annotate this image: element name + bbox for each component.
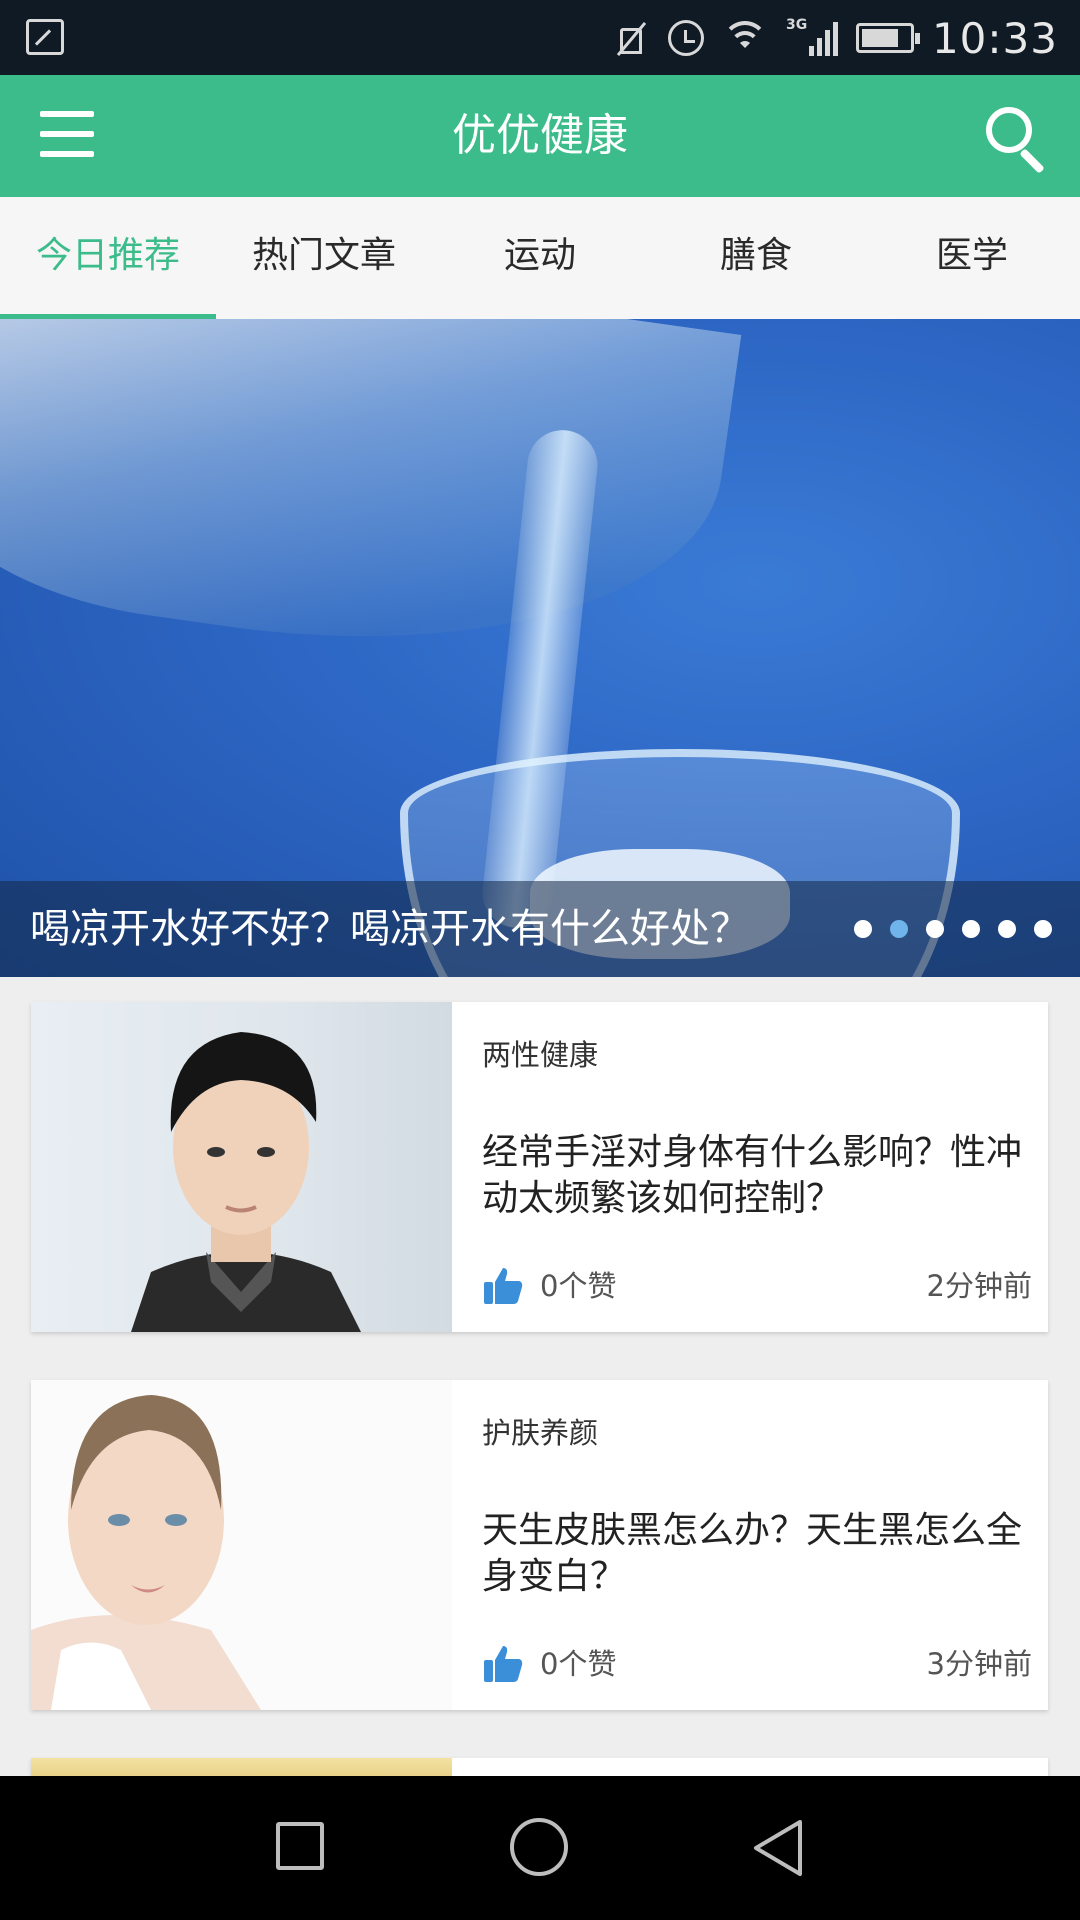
- banner-caption: 喝凉开水好不好？喝凉开水有什么好处？: [30, 906, 750, 952]
- article-footer: 0个赞 2分钟前: [482, 1264, 1032, 1308]
- tab-popular-articles[interactable]: 热门文章: [216, 197, 432, 319]
- thumbs-up-icon[interactable]: [482, 1264, 524, 1306]
- article-card-partial[interactable]: [31, 1758, 1048, 1776]
- article-thumbnail: [31, 1002, 452, 1332]
- back-icon[interactable]: [700, 1776, 860, 1920]
- recent-apps-icon[interactable]: [220, 1776, 380, 1920]
- carousel-indicator: [854, 920, 1052, 938]
- article-category: 两性健康: [482, 1038, 599, 1072]
- carousel-dot: [998, 920, 1016, 938]
- status-bar: 3G 10:33: [0, 0, 1080, 75]
- alarm-icon: [667, 20, 704, 56]
- article-card[interactable]: 两性健康 经常手淫对身体有什么影响？性冲动太频繁该如何控制？ 0个赞 2分钟前: [31, 1002, 1048, 1332]
- home-icon[interactable]: [460, 1776, 620, 1920]
- article-title: 经常手淫对身体有什么影响？性冲动太频繁该如何控制？: [482, 1132, 1023, 1219]
- app-title: 优优健康: [452, 110, 628, 161]
- carousel-dot: [1034, 920, 1052, 938]
- banner-carousel[interactable]: 喝凉开水好不好？喝凉开水有什么好处？: [0, 319, 1080, 977]
- gallery-icon: [26, 19, 64, 55]
- wifi-icon: [721, 21, 768, 55]
- thumbs-up-icon[interactable]: [482, 1642, 524, 1684]
- tab-exercise[interactable]: 运动: [432, 197, 648, 319]
- status-time: 10:33: [931, 13, 1058, 63]
- article-thumbnail: [31, 1380, 452, 1710]
- article-title: 天生皮肤黑怎么办？天生黑怎么全身变白？: [482, 1510, 1023, 1597]
- article-time: 3分钟前: [926, 1647, 1032, 1681]
- article-footer: 0个赞 3分钟前: [482, 1642, 1032, 1686]
- battery-icon: [855, 23, 920, 53]
- like-count: 0个赞: [540, 1269, 617, 1303]
- mute-icon: [614, 20, 650, 56]
- article-category: 护肤养颜: [482, 1416, 599, 1450]
- network-type: 3G: [785, 17, 808, 33]
- system-nav-bar: [0, 1776, 1080, 1920]
- tab-today-recommended[interactable]: 今日推荐: [0, 197, 216, 319]
- signal-icon: 3G: [786, 18, 838, 58]
- search-icon[interactable]: [982, 103, 1054, 175]
- category-tabs: 今日推荐 热门文章 运动 膳食 医学: [0, 197, 1080, 319]
- carousel-dot-active: [890, 920, 908, 938]
- banner-image-pitcher: [0, 319, 742, 692]
- app-bar: 优优健康: [0, 75, 1080, 197]
- banner-caption-bar: 喝凉开水好不好？喝凉开水有什么好处？: [0, 881, 1080, 977]
- like-count: 0个赞: [540, 1647, 617, 1681]
- tab-diet[interactable]: 膳食: [648, 197, 864, 319]
- article-card[interactable]: 护肤养颜 天生皮肤黑怎么办？天生黑怎么全身变白？ 0个赞 3分钟前: [31, 1380, 1048, 1710]
- carousel-dot: [926, 920, 944, 938]
- tab-medicine[interactable]: 医学: [864, 197, 1080, 319]
- article-thumbnail: [31, 1758, 452, 1776]
- article-time: 2分钟前: [926, 1269, 1032, 1303]
- carousel-dot: [962, 920, 980, 938]
- carousel-dot: [854, 920, 872, 938]
